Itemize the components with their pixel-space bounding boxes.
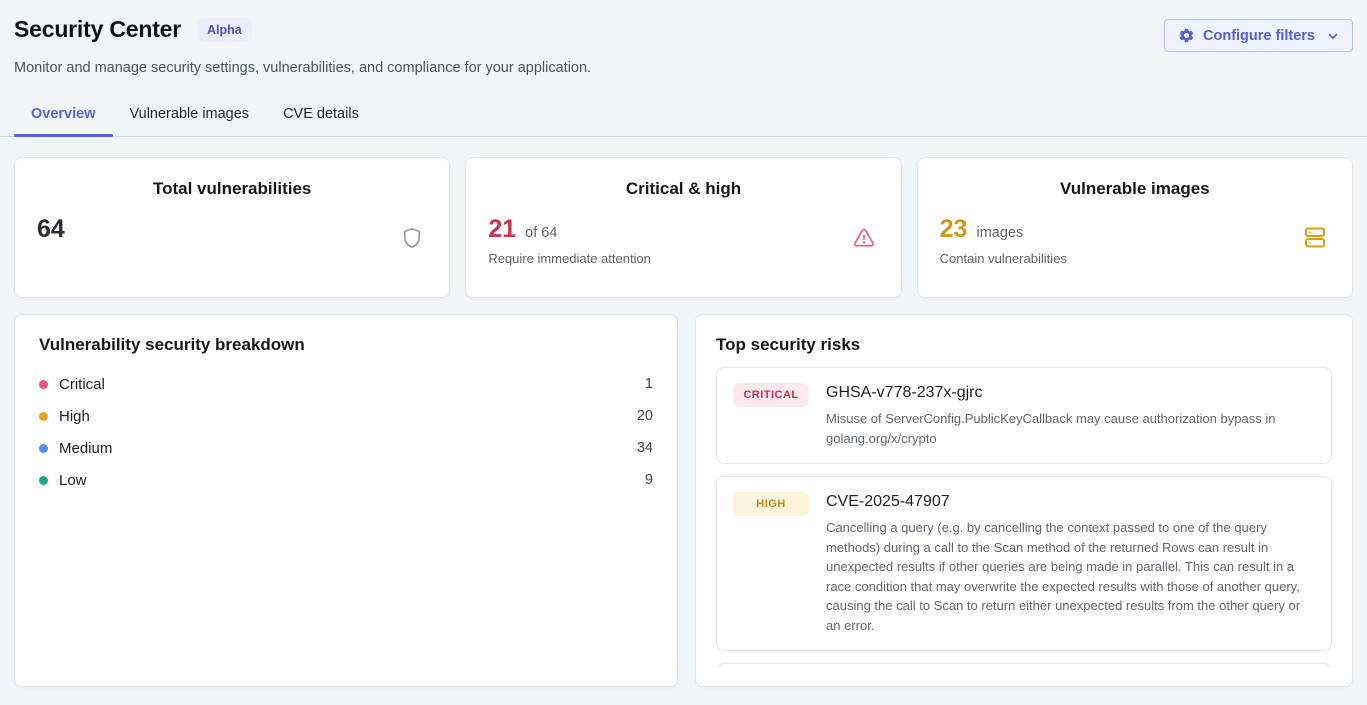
vulnerable-images-subtitle: Contain vulnerabilities	[940, 251, 1330, 266]
top-security-risks-card: Top security risks CRITICAL GHSA-v778-23…	[695, 314, 1353, 687]
vulnerable-images-value: 23	[940, 214, 968, 244]
breakdown-title: Vulnerability security breakdown	[39, 335, 653, 355]
lower-panels-row: Vulnerability security breakdown Critica…	[14, 314, 1353, 687]
vulnerable-images-card: Vulnerable images 23 images Contain vuln…	[917, 157, 1353, 298]
legend-label: Critical	[59, 376, 105, 393]
stat-card-title: Total vulnerabilities	[37, 179, 427, 199]
legend-label: Medium	[59, 440, 112, 457]
tab-bar: Overview Vulnerable images CVE details	[0, 97, 1367, 137]
tab-overview[interactable]: Overview	[14, 97, 113, 136]
page-header: Security Center Alpha Monitor and manage…	[14, 16, 1353, 76]
vulnerability-breakdown-card: Vulnerability security breakdown Critica…	[14, 314, 678, 687]
stat-card-title: Critical & high	[488, 179, 878, 199]
critical-high-suffix: of 64	[525, 225, 557, 241]
legend-row-high: High 20	[39, 400, 653, 432]
severity-badge-high: HIGH	[733, 492, 809, 516]
tab-vulnerable-images[interactable]: Vulnerable images	[113, 97, 267, 136]
legend-value: 9	[645, 472, 653, 488]
critical-high-value: 21	[488, 214, 516, 244]
tab-cve-details[interactable]: CVE details	[266, 97, 376, 136]
stat-card-body: 23 images	[940, 214, 1330, 244]
risk-content: CVE-2025-47907 Cancelling a query (e.g. …	[826, 492, 1315, 635]
legend-label: High	[59, 408, 90, 425]
gear-icon	[1178, 27, 1195, 44]
header-left: Security Center Alpha Monitor and manage…	[14, 16, 591, 76]
warning-icon	[852, 226, 876, 255]
server-icon	[1303, 226, 1327, 254]
risk-description: Cancelling a query (e.g. by cancelling t…	[826, 518, 1315, 635]
low-dot	[39, 476, 48, 485]
stat-card-body: 64	[37, 214, 427, 244]
top-risks-title: Top security risks	[716, 335, 1332, 355]
configure-filters-button[interactable]: Configure filters	[1164, 19, 1353, 52]
configure-filters-label: Configure filters	[1203, 28, 1315, 44]
chevron-down-icon	[1327, 30, 1339, 42]
legend-label: Low	[59, 472, 87, 489]
breakdown-legend: Critical 1 High 20 Medium 34 Low 9	[39, 368, 653, 496]
vulnerable-images-suffix: images	[976, 225, 1023, 241]
medium-dot	[39, 444, 48, 453]
legend-row-low: Low 9	[39, 464, 653, 496]
risk-list: CRITICAL GHSA-v778-237x-gjrc Misuse of S…	[716, 367, 1332, 668]
stat-card-title: Vulnerable images	[940, 179, 1330, 199]
risk-item-cve-2025-47907[interactable]: HIGH CVE-2025-47907 Cancelling a query (…	[716, 476, 1332, 651]
total-vulnerabilities-value: 64	[37, 214, 65, 244]
legend-row-medium: Medium 34	[39, 432, 653, 464]
risk-id: GHSA-v778-237x-gjrc	[826, 383, 1315, 403]
page-title: Security Center	[14, 16, 181, 43]
risk-content: GHSA-v778-237x-gjrc Misuse of ServerConf…	[826, 383, 1315, 448]
critical-high-card: Critical & high 21 of 64 Require immedia…	[465, 157, 901, 298]
legend-value: 34	[637, 440, 653, 456]
stat-card-body: 21 of 64	[488, 214, 878, 244]
legend-row-critical: Critical 1	[39, 368, 653, 400]
legend-value: 20	[637, 408, 653, 424]
alpha-badge: Alpha	[197, 18, 252, 42]
critical-dot	[39, 380, 48, 389]
risk-item-ghsa-v778-237x-gjrc[interactable]: CRITICAL GHSA-v778-237x-gjrc Misuse of S…	[716, 367, 1332, 464]
risk-id: CVE-2025-47907	[826, 492, 1315, 512]
total-vulnerabilities-card: Total vulnerabilities 64	[14, 157, 450, 298]
security-center-page: Security Center Alpha Monitor and manage…	[0, 0, 1367, 687]
risk-item-cve-2025-9086[interactable]: HIGH CVE-2025-9086	[716, 663, 1332, 668]
high-dot	[39, 412, 48, 421]
critical-high-subtitle: Require immediate attention	[488, 251, 878, 266]
stat-cards-row: Total vulnerabilities 64 Critical & high…	[14, 157, 1353, 298]
legend-value: 1	[645, 376, 653, 392]
risk-description: Misuse of ServerConfig.PublicKeyCallback…	[826, 409, 1315, 448]
page-subtitle: Monitor and manage security settings, vu…	[14, 60, 591, 76]
shield-icon	[400, 226, 424, 255]
severity-badge-critical: CRITICAL	[733, 383, 809, 407]
title-row: Security Center Alpha	[14, 16, 591, 43]
